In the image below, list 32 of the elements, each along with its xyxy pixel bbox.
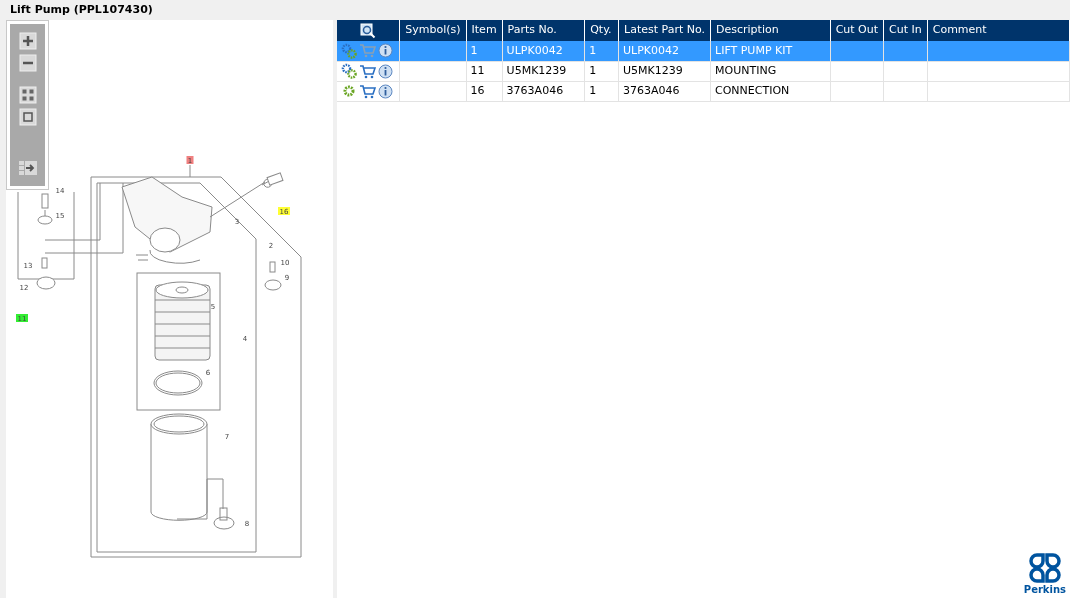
- table-cell: 3763A046: [623, 83, 680, 97]
- window-title: Lift Pump (PPL107430): [10, 1, 153, 18]
- table-cell: 1: [589, 83, 597, 97]
- table-cell: CONNECTION: [715, 83, 790, 97]
- actual-size-icon[interactable]: [18, 108, 37, 126]
- table-cell: 1: [589, 63, 597, 77]
- parts-row[interactable]: 11 U5MK1239 1 U5MK1239 MOUNTING: [337, 61, 1070, 81]
- table-cell: 11: [470, 63, 485, 77]
- info-icon[interactable]: [378, 43, 393, 59]
- gear-icon[interactable]: [341, 83, 357, 99]
- table-cell: LIFT PUMP KIT: [715, 43, 793, 57]
- table-cell: 1: [589, 43, 597, 57]
- fit-view-icon[interactable]: [18, 86, 37, 104]
- table-cell: U5MK1239: [506, 63, 567, 77]
- perkins-logo: Perkins: [1023, 551, 1066, 595]
- collapse-panel-icon[interactable]: [17, 160, 38, 176]
- gears-icon[interactable]: [341, 63, 357, 79]
- table-cell: 1: [470, 43, 478, 57]
- zoom-in-icon[interactable]: [18, 32, 37, 50]
- table-cell: ULPK0042: [506, 43, 563, 57]
- cart-icon[interactable]: [359, 83, 376, 99]
- search-parts-icon[interactable]: [360, 22, 377, 39]
- table-cell: ULPK0042: [623, 43, 680, 57]
- table-cell: U5MK1239: [623, 63, 683, 77]
- table-cell: 16: [470, 83, 485, 97]
- info-icon[interactable]: [378, 83, 393, 99]
- parts-row[interactable]: 16 3763A046 1 3763A046 CONNECTION: [337, 81, 1070, 101]
- zoom-out-icon[interactable]: [18, 54, 37, 72]
- cart-icon[interactable]: [359, 63, 376, 79]
- table-cell: 3763A046: [506, 83, 564, 97]
- info-icon[interactable]: [378, 63, 393, 79]
- table-cell: MOUNTING: [715, 63, 777, 77]
